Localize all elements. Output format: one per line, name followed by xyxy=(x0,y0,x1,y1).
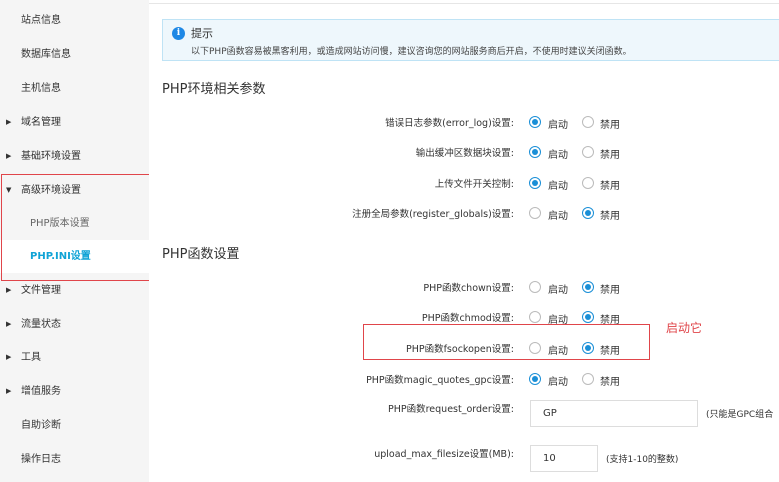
sidebar-item-self-diagnosis[interactable]: 自助诊断 xyxy=(0,409,149,442)
chmod-label: PHP函数chmod设置: xyxy=(421,313,514,324)
request-order-hint: (只能是GPC组合 xyxy=(706,410,774,420)
radio-off-label: 禁用 xyxy=(600,181,620,192)
main-content: i 提示 以下PHP函数容易被黑客利用，或造成网站访问慢，建议咨询您的网站服务商… xyxy=(149,0,779,482)
error-log-on-radio[interactable] xyxy=(529,116,541,128)
file-upload-off-radio[interactable] xyxy=(582,177,594,189)
radio-on-label: 启动 xyxy=(548,120,568,131)
sidebar-item-label: 数据库信息 xyxy=(21,49,71,60)
divider xyxy=(149,3,779,4)
magic-quotes-label: PHP函数magic_quotes_gpc设置: xyxy=(366,375,514,386)
magic-quotes-off-radio[interactable] xyxy=(582,373,594,385)
upload-max-label: upload_max_filesize设置(MB): xyxy=(374,449,514,460)
sidebar-item-basic-env[interactable]: ▶ 基础环境设置 xyxy=(0,140,149,173)
error-log-label: 错误日志参数(error_log)设置: xyxy=(385,118,514,129)
caret-right-icon: ▶ xyxy=(6,320,12,328)
error-log-off-radio[interactable] xyxy=(582,116,594,128)
chown-off-radio[interactable] xyxy=(582,281,594,293)
magic-quotes-on-radio[interactable] xyxy=(529,373,541,385)
notice-text: 以下PHP函数容易被黑客利用，或造成网站访问慢，建议咨询您的网站服务商后开启，不… xyxy=(191,47,632,57)
output-buffer-off-radio[interactable] xyxy=(582,146,594,158)
sidebar-item-label: 自助诊断 xyxy=(21,420,61,431)
output-buffer-on-radio[interactable] xyxy=(529,146,541,158)
radio-on-label: 启动 xyxy=(548,377,568,388)
radio-on-label: 启动 xyxy=(548,181,568,192)
radio-on-label: 启动 xyxy=(548,285,568,296)
notice-banner: i 提示 以下PHP函数容易被黑客利用，或造成网站访问慢，建议咨询您的网站服务商… xyxy=(162,19,779,61)
sidebar-item-label: 基础环境设置 xyxy=(21,151,81,162)
chown-label: PHP函数chown设置: xyxy=(423,283,514,294)
chmod-on-radio[interactable] xyxy=(529,311,541,323)
sidebar-item-label: 域名管理 xyxy=(21,117,61,128)
radio-off-label: 禁用 xyxy=(600,150,620,161)
highlight-box-nav xyxy=(1,174,156,281)
sidebar-item-label: 站点信息 xyxy=(21,15,61,26)
caret-right-icon: ▶ xyxy=(6,353,12,361)
sidebar-item-operation-log[interactable]: 操作日志 xyxy=(0,443,149,476)
upload-max-hint: (支持1-10的整数) xyxy=(606,455,679,465)
caret-right-icon: ▶ xyxy=(6,152,12,160)
sidebar-item-site-info[interactable]: 站点信息 xyxy=(0,4,149,37)
request-order-input[interactable]: GP xyxy=(530,400,698,427)
output-buffer-label: 输出缓冲区数据块设置: xyxy=(415,148,514,159)
func-section-title: PHP函数设置 xyxy=(162,247,240,262)
sidebar-item-domain-management[interactable]: ▶ 域名管理 xyxy=(0,106,149,139)
register-globals-label: 注册全局参数(register_globals)设置: xyxy=(352,209,514,220)
file-upload-on-radio[interactable] xyxy=(529,177,541,189)
sidebar-item-database-info[interactable]: 数据库信息 xyxy=(0,38,149,71)
highlight-box-fsockopen xyxy=(363,324,650,360)
sidebar-item-value-added[interactable]: ▶ 增值服务 xyxy=(0,375,149,408)
register-globals-off-radio[interactable] xyxy=(582,207,594,219)
sidebar-item-tools[interactable]: ▶ 工具 xyxy=(0,341,149,374)
sidebar-item-label: 操作日志 xyxy=(21,454,61,465)
radio-on-label: 启动 xyxy=(548,150,568,161)
sidebar-item-label: 增值服务 xyxy=(21,386,61,397)
radio-on-label: 启动 xyxy=(548,211,568,222)
radio-off-label: 禁用 xyxy=(600,285,620,296)
sidebar-item-label: 主机信息 xyxy=(21,83,61,94)
annotation-text: 启动它 xyxy=(666,321,703,335)
info-icon: i xyxy=(172,27,185,40)
sidebar-item-host-info[interactable]: 主机信息 xyxy=(0,72,149,105)
upload-max-input[interactable]: 10 xyxy=(530,445,598,472)
radio-off-label: 禁用 xyxy=(600,377,620,388)
sidebar-item-label: 流量状态 xyxy=(21,319,61,330)
sidebar-item-traffic-status[interactable]: ▶ 流量状态 xyxy=(0,308,149,341)
file-upload-label: 上传文件开关控制: xyxy=(434,179,514,190)
request-order-label: PHP函数request_order设置: xyxy=(388,404,514,415)
sidebar-item-label: 工具 xyxy=(21,352,41,363)
chmod-off-radio[interactable] xyxy=(582,311,594,323)
radio-off-label: 禁用 xyxy=(600,120,620,131)
register-globals-on-radio[interactable] xyxy=(529,207,541,219)
env-section-title: PHP环境相关参数 xyxy=(162,82,266,97)
chown-on-radio[interactable] xyxy=(529,281,541,293)
caret-right-icon: ▶ xyxy=(6,387,12,395)
caret-right-icon: ▶ xyxy=(6,118,12,126)
radio-off-label: 禁用 xyxy=(600,211,620,222)
notice-title: 提示 xyxy=(191,27,213,40)
